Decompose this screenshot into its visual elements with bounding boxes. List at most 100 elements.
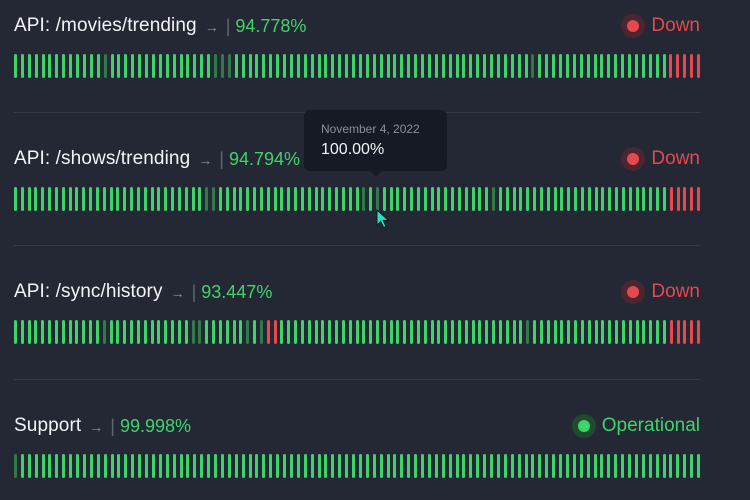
uptime-bar[interactable] [341, 320, 345, 344]
uptime-bar[interactable] [416, 320, 420, 344]
uptime-bar[interactable] [48, 454, 52, 478]
uptime-bar[interactable] [255, 454, 259, 478]
uptime-bar[interactable] [287, 320, 291, 344]
uptime-bar[interactable] [382, 320, 386, 344]
uptime-bar[interactable] [130, 320, 134, 344]
uptime-bar[interactable] [485, 320, 489, 344]
uptime-bar[interactable] [69, 454, 73, 478]
uptime-bar[interactable] [145, 454, 149, 478]
uptime-bar[interactable] [89, 187, 93, 211]
uptime-bar[interactable] [338, 454, 342, 478]
uptime-bar[interactable] [579, 54, 583, 78]
uptime-bar[interactable] [389, 320, 393, 344]
uptime-bar[interactable] [683, 454, 687, 478]
uptime-bar[interactable] [369, 320, 373, 344]
uptime-bar[interactable] [136, 187, 140, 211]
uptime-bar[interactable] [393, 54, 397, 78]
uptime-bar[interactable] [662, 320, 666, 344]
uptime-bar[interactable] [621, 454, 625, 478]
uptime-bar[interactable] [389, 187, 393, 211]
uptime-bar[interactable] [117, 54, 121, 78]
uptime-bar[interactable] [362, 187, 366, 211]
uptime-bar[interactable] [20, 187, 24, 211]
uptime-bar[interactable] [572, 454, 576, 478]
uptime-bar[interactable] [444, 320, 448, 344]
uptime-bar[interactable] [34, 454, 38, 478]
uptime-bar[interactable] [386, 454, 390, 478]
uptime-bar[interactable] [225, 187, 229, 211]
uptime-bar[interactable] [416, 187, 420, 211]
uptime-bar[interactable] [131, 54, 135, 78]
uptime-bar[interactable] [379, 54, 383, 78]
uptime-bar[interactable] [193, 454, 197, 478]
uptime-bar[interactable] [662, 54, 666, 78]
uptime-bar[interactable] [186, 454, 190, 478]
uptime-bar[interactable] [444, 187, 448, 211]
uptime-bar[interactable] [262, 454, 266, 478]
uptime-bar[interactable] [451, 320, 455, 344]
uptime-bar[interactable] [690, 54, 694, 78]
uptime-bar[interactable] [414, 454, 418, 478]
uptime-bar[interactable] [34, 187, 38, 211]
uptime-bar[interactable] [62, 454, 66, 478]
uptime-bar[interactable] [96, 454, 100, 478]
uptime-bar[interactable] [533, 187, 537, 211]
uptime-bar[interactable] [580, 320, 584, 344]
uptime-bar[interactable] [276, 54, 280, 78]
uptime-bar[interactable] [200, 54, 204, 78]
uptime-bar[interactable] [471, 187, 475, 211]
uptime-bar[interactable] [642, 320, 646, 344]
uptime-bar[interactable] [269, 454, 273, 478]
uptime-bar[interactable] [649, 187, 653, 211]
uptime-bar[interactable] [669, 187, 673, 211]
uptime-bar[interactable] [158, 54, 162, 78]
uptime-bar[interactable] [676, 454, 680, 478]
uptime-bar[interactable] [510, 54, 514, 78]
uptime-bar[interactable] [512, 320, 516, 344]
uptime-bar[interactable] [232, 320, 236, 344]
uptime-bar[interactable] [218, 187, 222, 211]
uptime-bar[interactable] [338, 54, 342, 78]
uptime-bar[interactable] [607, 54, 611, 78]
uptime-bar[interactable] [526, 320, 530, 344]
uptime-bar[interactable] [352, 454, 356, 478]
uptime-bar[interactable] [345, 454, 349, 478]
uptime-bar[interactable] [628, 187, 632, 211]
uptime-bar[interactable] [138, 54, 142, 78]
uptime-bar[interactable] [55, 454, 59, 478]
uptime-bar[interactable] [150, 187, 154, 211]
uptime-bar[interactable] [165, 54, 169, 78]
uptime-bar[interactable] [207, 454, 211, 478]
uptime-bar[interactable] [407, 454, 411, 478]
uptime-bar[interactable] [314, 320, 318, 344]
uptime-bar[interactable] [331, 54, 335, 78]
uptime-bar[interactable] [335, 320, 338, 344]
uptime-bar[interactable] [164, 187, 168, 211]
uptime-bar[interactable] [234, 454, 238, 478]
uptime-bar[interactable] [124, 454, 128, 478]
uptime-bar[interactable] [283, 454, 287, 478]
uptime-bar[interactable] [430, 320, 434, 344]
uptime-bar[interactable] [386, 54, 390, 78]
uptime-bar[interactable] [345, 54, 349, 78]
uptime-bar[interactable] [41, 54, 45, 78]
uptime-bar[interactable] [434, 54, 438, 78]
uptime-bar[interactable] [697, 54, 700, 78]
uptime-bar[interactable] [246, 320, 250, 344]
uptime-bar[interactable] [476, 454, 480, 478]
uptime-bar[interactable] [641, 454, 645, 478]
uptime-bar[interactable] [594, 187, 598, 211]
uptime-bar[interactable] [41, 320, 45, 344]
uptime-bar[interactable] [273, 187, 277, 211]
uptime-bar[interactable] [214, 454, 218, 478]
uptime-bar[interactable] [289, 54, 293, 78]
uptime-bar[interactable] [259, 320, 263, 344]
uptime-bar[interactable] [531, 54, 535, 78]
uptime-bar[interactable] [372, 454, 376, 478]
uptime-bar[interactable] [464, 187, 468, 211]
uptime-bar[interactable] [641, 54, 645, 78]
uptime-bar[interactable] [314, 187, 318, 211]
uptime-bar[interactable] [628, 54, 631, 78]
uptime-bar[interactable] [457, 187, 461, 211]
uptime-bar[interactable] [303, 454, 307, 478]
